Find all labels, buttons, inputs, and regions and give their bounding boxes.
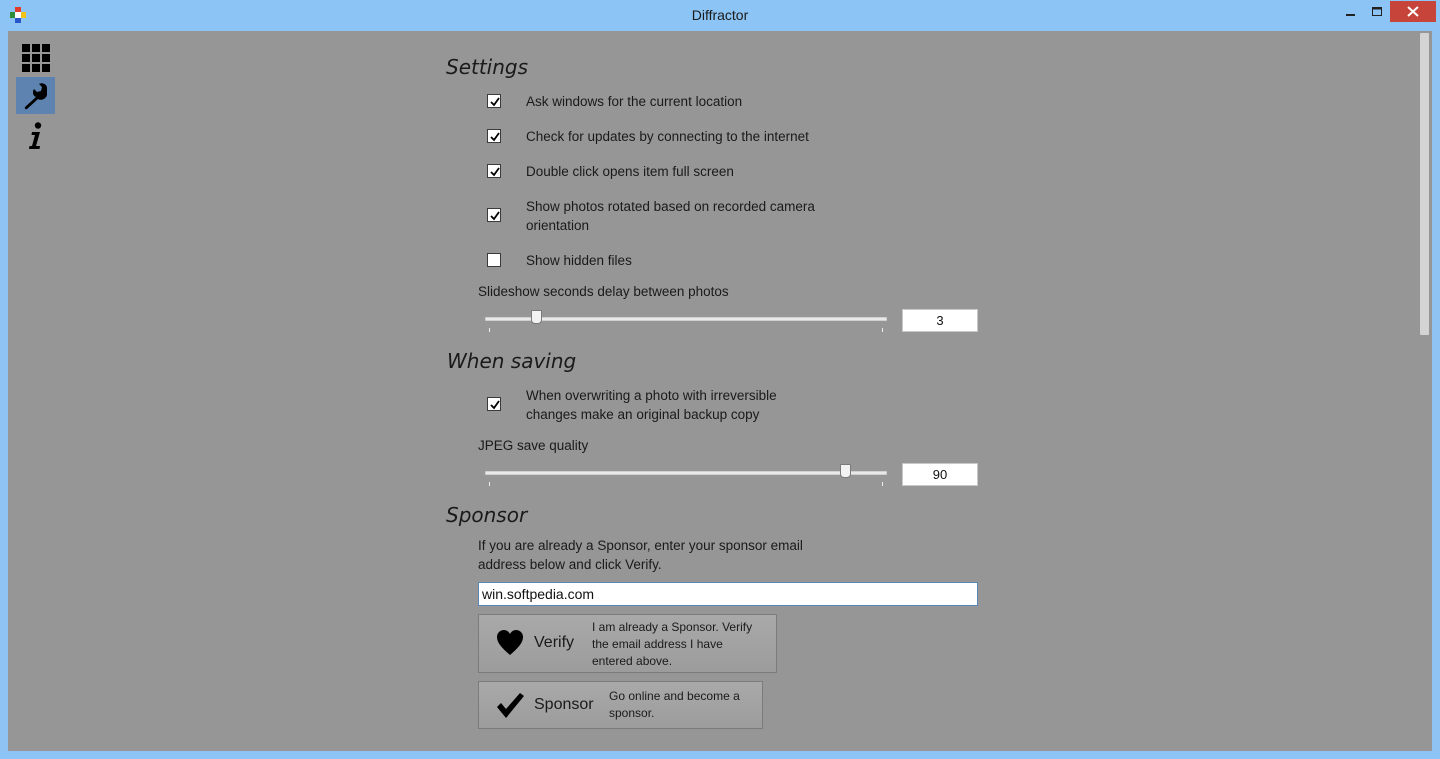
rotate-photos-label-line2: orientation [526, 218, 590, 233]
slider-track [485, 317, 887, 321]
checkmark-icon [490, 400, 500, 410]
maximize-icon [1371, 6, 1382, 16]
slider-tick [882, 482, 883, 486]
settings-panel: Settings Ask windows for the current loc… [8, 31, 1432, 751]
check-updates-checkbox[interactable] [487, 129, 501, 143]
rotate-photos-label-line1: Show photos rotated based on recorded ca… [526, 199, 815, 214]
show-hidden-files-checkbox[interactable] [487, 253, 501, 267]
slider-track [485, 471, 887, 475]
slider-thumb[interactable] [840, 464, 851, 478]
become-sponsor-button-description: Go online and become a sponsor. [609, 688, 740, 722]
nav-grid-view-button[interactable] [16, 39, 55, 76]
become-sponsor-button[interactable]: Sponsor Go online and become a sponsor. [478, 681, 763, 729]
jpeg-quality-label: JPEG save quality [478, 438, 589, 453]
nav-about-button[interactable] [16, 117, 55, 154]
checkmark-icon [490, 132, 500, 142]
rotate-photos-checkbox[interactable] [487, 208, 501, 222]
verify-button-description: I am already a Sponsor. Verify the email… [592, 619, 752, 670]
double-click-fullscreen-label: Double click opens item full screen [526, 164, 734, 179]
verify-desc-line3: entered above. [592, 654, 673, 668]
backup-copy-label-line2: changes make an original backup copy [526, 407, 760, 422]
nav-settings-button[interactable] [16, 77, 55, 114]
settings-heading: Settings [446, 55, 529, 79]
ask-location-checkbox[interactable] [487, 94, 501, 108]
checkmark-icon [490, 167, 500, 177]
verify-button-label: Verify [534, 634, 575, 651]
window-title: Diffractor [691, 7, 749, 23]
slideshow-delay-input[interactable]: 3 [902, 309, 978, 332]
jpeg-quality-slider[interactable] [485, 462, 887, 486]
title-bar: Diffractor [0, 0, 1440, 31]
slider-thumb[interactable] [531, 310, 542, 324]
vertical-scrollbar[interactable] [1419, 31, 1432, 751]
sponsor-intro: If you are already a Sponsor, enter your… [478, 536, 803, 574]
checkmark-icon [490, 211, 500, 221]
jpeg-quality-input[interactable]: 90 [902, 463, 978, 486]
close-button[interactable] [1390, 1, 1436, 22]
verify-desc-line1: I am already a Sponsor. Verify [592, 620, 753, 634]
scrollbar-thumb[interactable] [1420, 33, 1429, 335]
ask-location-label: Ask windows for the current location [526, 94, 743, 109]
close-icon [1407, 6, 1419, 17]
backup-copy-label-line1: When overwriting a photo with irreversib… [526, 388, 777, 403]
slider-tick [882, 328, 883, 332]
rotate-photos-label: Show photos rotated based on recorded ca… [526, 197, 815, 235]
minimize-icon [1346, 13, 1355, 16]
slider-tick [489, 482, 490, 486]
maximize-button[interactable] [1364, 1, 1390, 22]
become-sponsor-desc-line2: sponsor. [609, 706, 655, 720]
sponsor-intro-line1: If you are already a Sponsor, enter your… [478, 538, 803, 553]
grid-icon [21, 43, 50, 72]
heart-icon [497, 630, 523, 655]
wrench-icon [24, 82, 47, 109]
sponsor-heading: Sponsor [446, 503, 528, 527]
backup-copy-label: When overwriting a photo with irreversib… [526, 386, 777, 424]
sponsor-intro-line2: address below and click Verify. [478, 557, 662, 572]
window-bottom-border [0, 751, 1440, 759]
become-sponsor-desc-line1: Go online and become a [609, 689, 740, 703]
minimize-button[interactable] [1338, 1, 1364, 22]
verify-button[interactable]: Verify I am already a Sponsor. Verify th… [478, 614, 777, 673]
sponsor-email-input[interactable]: win.softpedia.com [478, 582, 978, 606]
become-sponsor-button-label: Sponsor [534, 696, 594, 713]
verify-desc-line2: the email address I have [592, 637, 723, 651]
checkmark-icon [490, 97, 500, 107]
info-icon [28, 121, 41, 149]
slider-tick [489, 328, 490, 332]
double-click-fullscreen-checkbox[interactable] [487, 164, 501, 178]
when-saving-heading: When saving [447, 349, 577, 373]
checkmark-icon [497, 693, 524, 718]
backup-copy-checkbox[interactable] [487, 397, 501, 411]
slideshow-delay-label: Slideshow seconds delay between photos [478, 284, 729, 299]
check-updates-label: Check for updates by connecting to the i… [526, 129, 809, 144]
show-hidden-files-label: Show hidden files [526, 253, 632, 268]
slideshow-delay-slider[interactable] [485, 308, 887, 332]
